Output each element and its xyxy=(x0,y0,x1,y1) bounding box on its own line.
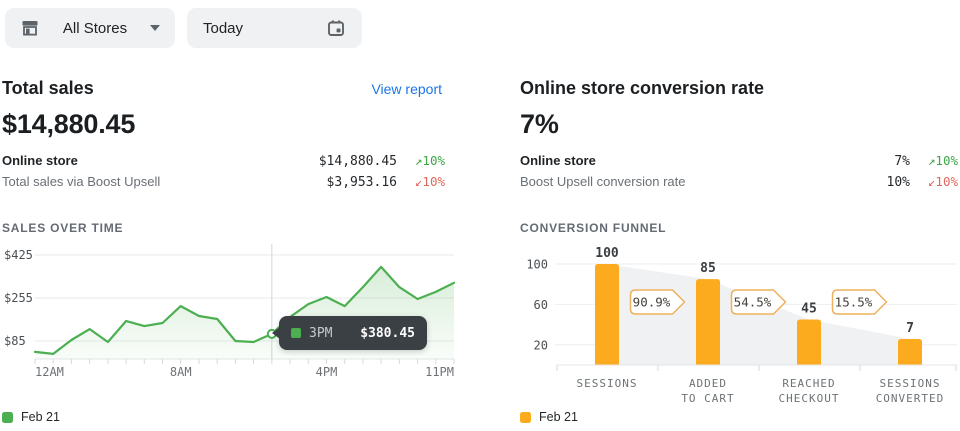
x-axis-label: 8AM xyxy=(170,365,192,379)
metric-row-online-store: Online store 7% ↗10% xyxy=(520,153,960,174)
funnel-bar xyxy=(696,279,720,365)
metric-change-up: ↗10% xyxy=(910,153,958,168)
category-label: CHECKOUT xyxy=(779,392,840,405)
metric-value: 10% xyxy=(887,175,910,190)
bar-value-label: 100 xyxy=(595,246,619,261)
x-axis-label: 12AM xyxy=(35,365,64,379)
category-label: CONVERTED xyxy=(876,392,945,405)
metric-value: 7% xyxy=(894,154,910,169)
store-selector-button[interactable]: All Stores xyxy=(5,8,175,48)
total-sales-metrics: Online store $14,880.45 ↗10% Total sales… xyxy=(2,153,462,195)
conversion-title: Online store conversion rate xyxy=(520,78,764,99)
conversion-big-value: 7% xyxy=(520,109,960,140)
date-selector-button[interactable]: Today xyxy=(187,8,362,48)
date-selector-label: Today xyxy=(203,20,243,37)
sales-line-chart-svg: $85 $255 $425 12AM 8AM 4PM 11PM xyxy=(2,242,462,382)
toolbar: All Stores Today xyxy=(0,0,960,56)
bar-value-label: 7 xyxy=(906,321,914,336)
y-axis-label: 60 xyxy=(534,298,548,312)
category-label: TO CART xyxy=(681,392,734,405)
funnel-bar xyxy=(898,339,922,365)
conversion-metrics: Online store 7% ↗10% Boost Upsell conver… xyxy=(520,153,960,195)
sales-line-chart[interactable]: $85 $255 $425 12AM 8AM 4PM 11PM 3PM $380.45 xyxy=(2,242,462,382)
store-selector-label: All Stores xyxy=(63,20,127,37)
calendar-icon xyxy=(326,18,346,38)
metric-row-online-store: Online store $14,880.45 ↗10% xyxy=(2,153,462,174)
legend-chip-orange xyxy=(520,412,531,423)
y-axis-label: $255 xyxy=(4,291,33,305)
sales-over-time-title: SALES OVER TIME xyxy=(2,221,462,235)
conversion-badge-label: 54.5% xyxy=(734,295,772,310)
metric-row-boost-upsell: Total sales via Boost Upsell $3,953.16 ↙… xyxy=(2,174,462,195)
tooltip-series-chip xyxy=(291,328,301,338)
legend-label: Feb 21 xyxy=(21,410,60,424)
tooltip-time: 3PM xyxy=(309,326,332,341)
chart-tooltip: 3PM $380.45 xyxy=(279,316,427,350)
chevron-down-icon xyxy=(150,25,160,31)
metric-change-down: ↙10% xyxy=(910,174,958,189)
conversion-rate-card: Online store conversion rate 7% Online s… xyxy=(520,56,960,424)
tooltip-value: $380.45 xyxy=(360,326,415,341)
view-report-link[interactable]: View report xyxy=(371,81,442,97)
conversion-funnel-svg: 100 60 20 100 85 45 7 90.9% 54.5% 15.5% SESSIONS AD… xyxy=(520,242,960,408)
total-sales-big-value: $14,880.45 xyxy=(2,109,462,140)
total-sales-card: Total sales View report $14,880.45 Onlin… xyxy=(2,56,462,424)
total-sales-header: Total sales View report xyxy=(2,78,462,99)
bar-value-label: 85 xyxy=(700,261,716,276)
legend-chip-green xyxy=(2,412,13,423)
y-axis-label: 20 xyxy=(534,338,548,352)
funnel-bar xyxy=(595,264,619,365)
metric-row-boost-upsell: Boost Upsell conversion rate 10% ↙10% xyxy=(520,174,960,195)
legend-label: Feb 21 xyxy=(539,410,578,424)
metric-value: $3,953.16 xyxy=(327,175,397,190)
y-axis-label: $425 xyxy=(4,248,33,262)
category-label: SESSIONS xyxy=(577,377,638,390)
conversion-funnel-title: CONVERSION FUNNEL xyxy=(520,221,960,235)
funnel-bar xyxy=(797,320,821,365)
funnel-legend: Feb 21 xyxy=(520,410,960,424)
dashboard: Total sales View report $14,880.45 Onlin… xyxy=(0,56,960,424)
storefront-icon xyxy=(20,18,40,38)
metric-label: Boost Upsell conversion rate xyxy=(520,174,685,189)
metric-label: Online store xyxy=(520,153,596,168)
y-axis-label: $85 xyxy=(4,334,26,348)
y-axis-label: 100 xyxy=(526,258,548,272)
conversion-badge-label: 90.9% xyxy=(633,295,671,310)
conversion-badge-label: 15.5% xyxy=(835,295,873,310)
category-label: REACHED xyxy=(782,377,835,390)
conversion-header: Online store conversion rate xyxy=(520,78,960,99)
x-axis-label: 4PM xyxy=(316,365,338,379)
metric-label: Online store xyxy=(2,153,78,168)
category-label: SESSIONS xyxy=(880,377,941,390)
x-axis-label: 11PM xyxy=(425,365,454,379)
metric-change-down: ↙10% xyxy=(397,174,445,189)
sales-legend: Feb 21 xyxy=(2,410,462,424)
bar-value-label: 45 xyxy=(801,302,817,317)
metric-label: Total sales via Boost Upsell xyxy=(2,174,160,189)
metric-change-up: ↗10% xyxy=(397,153,445,168)
conversion-funnel-chart[interactable]: 100 60 20 100 85 45 7 90.9% 54.5% 15.5% SESSIONS AD… xyxy=(520,242,960,408)
category-label: ADDED xyxy=(689,377,727,390)
total-sales-title: Total sales xyxy=(2,78,94,99)
metric-value: $14,880.45 xyxy=(319,154,397,169)
